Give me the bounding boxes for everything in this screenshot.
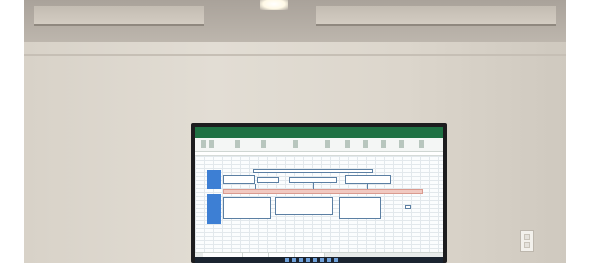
image-margin-right — [566, 0, 590, 263]
taskbar-app-icon — [334, 258, 338, 262]
diagram-box — [275, 197, 333, 215]
ribbon-button-icon — [261, 140, 266, 148]
ribbon-button-icon — [201, 140, 206, 148]
ribbon-button-icon — [235, 140, 240, 148]
ribbon-button-icon — [419, 140, 424, 148]
diagram-box — [257, 177, 279, 183]
taskbar-app-icon — [313, 258, 317, 262]
taskbar-app-icon — [285, 258, 289, 262]
diagram-box — [223, 197, 271, 219]
diagram-box — [339, 197, 381, 219]
switch-rocker — [524, 234, 530, 240]
ribbon-button-icon — [293, 140, 298, 148]
ribbon-button-icon — [363, 140, 368, 148]
diagram-blue-tab — [207, 194, 221, 224]
diagram-box — [345, 175, 391, 184]
ribbon-button-icon — [399, 140, 404, 148]
taskbar — [195, 257, 443, 263]
diagram-box — [253, 169, 373, 173]
ribbon-button-icon — [209, 140, 214, 148]
light-switch-icon — [520, 230, 534, 252]
monitor-screen — [195, 127, 443, 263]
diagram-box — [405, 205, 411, 209]
ceiling — [24, 0, 566, 42]
ribbon — [195, 138, 443, 152]
taskbar-app-icon — [299, 258, 303, 262]
taskbar-app-icon — [327, 258, 331, 262]
ribbon-button-icon — [381, 140, 386, 148]
monitor — [191, 123, 447, 263]
diagram-connector — [367, 184, 368, 189]
ribbon-button-icon — [325, 140, 330, 148]
taskbar-app-icon — [306, 258, 310, 262]
switch-rocker — [524, 242, 530, 248]
ceiling-coffer — [316, 6, 556, 26]
taskbar-app-icon — [292, 258, 296, 262]
image-margin-left — [0, 0, 24, 263]
ribbon-button-icon — [345, 140, 350, 148]
diagram-connector — [255, 184, 256, 189]
wall-trim — [24, 54, 566, 56]
diagram-blue-tab — [207, 170, 221, 189]
room-photo — [0, 0, 590, 263]
ceiling-coffer — [34, 6, 204, 26]
worksheet-grid — [195, 156, 443, 252]
diagram-box — [223, 175, 255, 184]
ceiling-light-icon — [260, 0, 288, 10]
taskbar-app-icon — [320, 258, 324, 262]
diagram-connector — [313, 183, 314, 189]
diagram-highlight-band — [223, 189, 423, 194]
